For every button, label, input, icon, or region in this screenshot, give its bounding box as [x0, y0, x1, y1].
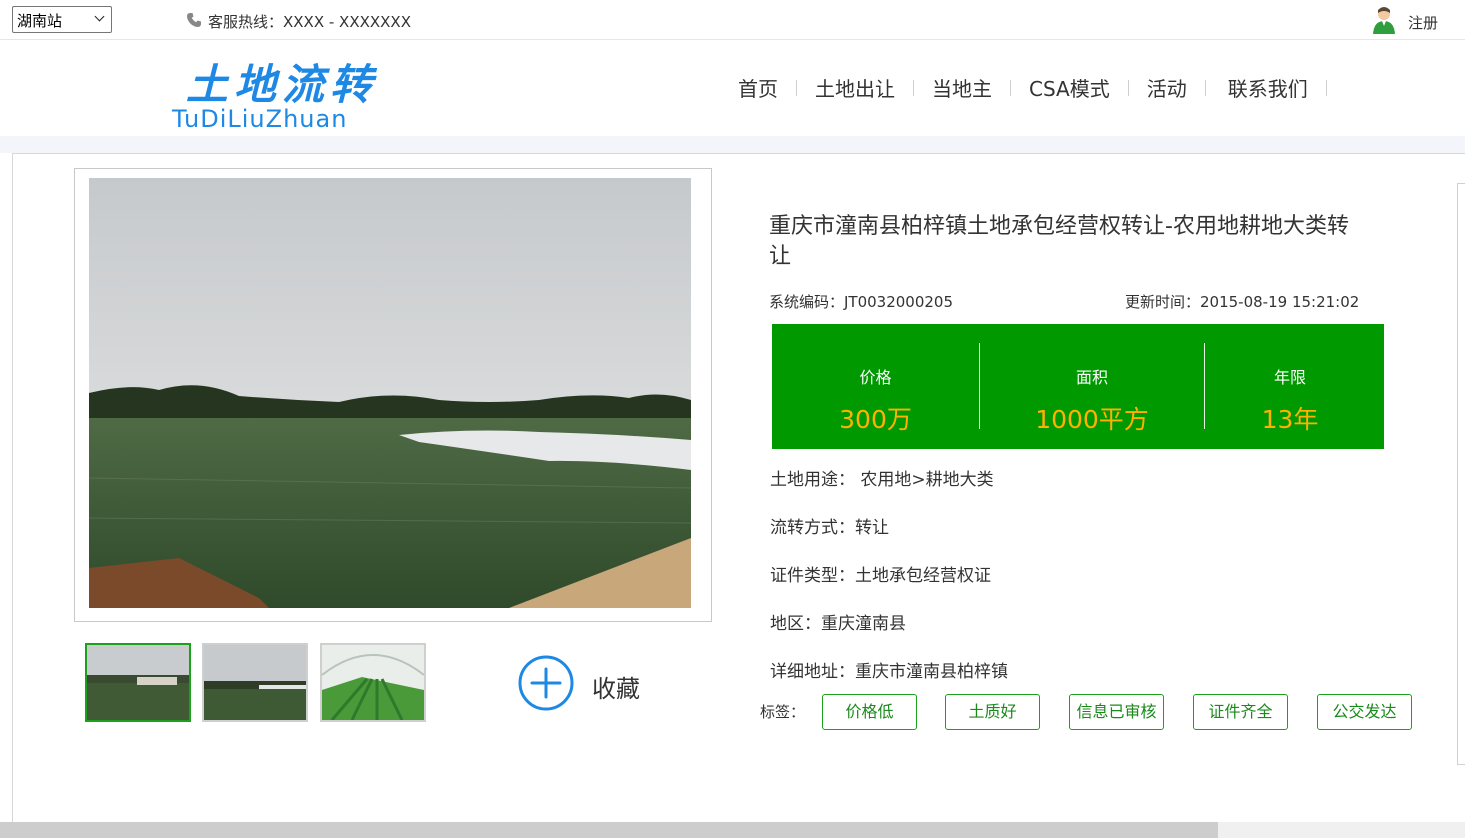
- nav-item-contact[interactable]: 联系我们: [1206, 73, 1326, 102]
- nav-item-csa[interactable]: CSA模式: [1011, 73, 1128, 102]
- header-gap: [0, 136, 1465, 153]
- tag-verified[interactable]: 信息已审核: [1069, 694, 1164, 730]
- horizontal-scrollbar[interactable]: [0, 822, 1465, 838]
- hotline: 客服热线：XXXX - XXXXXXX: [186, 11, 411, 32]
- nav-item-land-transfer[interactable]: 土地出让: [797, 73, 913, 102]
- stat-value: 13年: [1261, 405, 1319, 434]
- register-link[interactable]: 注册: [1372, 6, 1438, 38]
- user-avatar-icon: [1372, 6, 1396, 38]
- listing-title: 重庆市潼南县柏梓镇土地承包经营权转让-农用地耕地大类转让: [769, 214, 1349, 269]
- site-select-value: 湖南站: [17, 12, 63, 30]
- photo-thumbnail-2[interactable]: [202, 643, 308, 722]
- main-photo: [89, 178, 691, 608]
- update-time: 更新时间：2015-08-19 15:21:02: [1125, 293, 1360, 311]
- tag-transit[interactable]: 公交发达: [1317, 694, 1412, 730]
- stat-price: 价格 300万: [772, 324, 979, 449]
- stats-panel: 价格 300万 面积 1000平方 年限 13年: [772, 324, 1384, 449]
- field-region: 地区：重庆潼南县: [770, 614, 906, 634]
- field-land-use: 土地用途： 农用地>耕地大类: [770, 470, 994, 490]
- main-nav: 首页 土地出让 当地主 CSA模式 活动 联系我们: [720, 73, 1327, 102]
- site-select[interactable]: 湖南站: [12, 6, 112, 33]
- favorite-button[interactable]: 收藏: [518, 655, 640, 717]
- nav-item-landlord[interactable]: 当地主: [914, 73, 1010, 102]
- stat-label: 年限: [1273, 368, 1306, 387]
- main-photo-frame: [74, 168, 712, 622]
- stat-value: 1000平方: [1035, 405, 1149, 434]
- chevron-down-icon: [94, 11, 105, 22]
- logo-english[interactable]: TuDiLiuZhuan: [172, 105, 347, 133]
- tags-label: 标签：: [760, 703, 806, 721]
- nav-item-home[interactable]: 首页: [720, 73, 796, 102]
- top-bar: 湖南站 客服热线：XXXX - XXXXXXX 注册: [0, 0, 1465, 40]
- field-transfer-method: 流转方式：转让: [770, 518, 889, 538]
- site-header: 土地流转 TuDiLiuZhuan 首页 土地出让 当地主 CSA模式 活动 联…: [0, 41, 1465, 136]
- photo-thumbnail-3[interactable]: [320, 643, 426, 722]
- stat-term: 年限 13年: [1205, 324, 1375, 449]
- nav-divider: [1325, 79, 1327, 96]
- side-panel-edge: [1457, 183, 1465, 765]
- stat-label: 价格: [859, 368, 892, 387]
- logo-chinese[interactable]: 土地流转: [186, 51, 378, 112]
- scrollbar-thumb[interactable]: [0, 822, 1218, 838]
- tag-low-price[interactable]: 价格低: [822, 694, 917, 730]
- stat-area: 面积 1000平方: [980, 324, 1204, 449]
- nav-item-activities[interactable]: 活动: [1129, 73, 1205, 102]
- system-code: 系统编码：JT0032000205: [769, 293, 954, 311]
- photo-thumbnail-1[interactable]: [85, 643, 191, 722]
- field-address: 详细地址：重庆市潼南县柏梓镇: [770, 662, 1008, 682]
- hotline-text: 客服热线：XXXX - XXXXXXX: [208, 13, 411, 31]
- register-label: 注册: [1407, 13, 1438, 32]
- tag-good-soil[interactable]: 土质好: [945, 694, 1040, 730]
- phone-icon: [186, 12, 202, 32]
- stat-value: 300万: [839, 405, 912, 434]
- stat-label: 面积: [1075, 368, 1108, 387]
- plus-circle-icon: [518, 655, 574, 717]
- favorite-label: 收藏: [592, 674, 640, 703]
- field-certificate-type: 证件类型：土地承包经营权证: [770, 566, 991, 586]
- tag-complete-docs[interactable]: 证件齐全: [1193, 694, 1288, 730]
